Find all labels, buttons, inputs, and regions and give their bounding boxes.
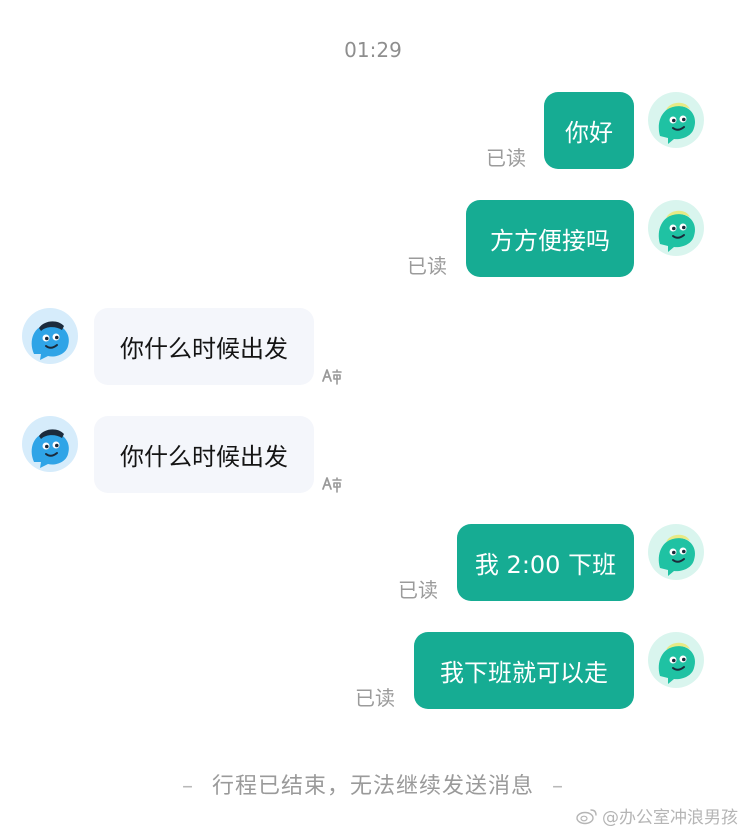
trip-ended-notice: – 行程已结束，无法继续发送消息 –	[0, 768, 746, 800]
incoming-message-bubble[interactable]: 你什么时候出发	[94, 308, 314, 385]
read-receipt: 已读	[355, 686, 395, 710]
outgoing-message-bubble[interactable]: 我下班就可以走	[414, 632, 634, 709]
outgoing-message-bubble[interactable]: 你好	[544, 92, 634, 169]
self-avatar-icon[interactable]	[648, 524, 704, 580]
self-avatar-icon[interactable]	[648, 632, 704, 688]
contact-avatar-icon[interactable]	[22, 308, 78, 364]
watermark: @办公室冲浪男孩	[576, 803, 738, 828]
trip-ended-text: 行程已结束，无法继续发送消息	[211, 774, 534, 799]
message-timestamp: 01:29	[344, 38, 402, 62]
translate-icon[interactable]	[320, 471, 344, 495]
weibo-logo-icon	[576, 808, 597, 824]
self-avatar-icon[interactable]	[648, 92, 704, 148]
read-receipt: 已读	[486, 146, 526, 170]
outgoing-message-bubble[interactable]: 我 2:00 下班	[457, 524, 634, 601]
read-receipt: 已读	[407, 254, 447, 278]
contact-avatar-icon[interactable]	[22, 416, 78, 472]
divider-dash-left: –	[181, 774, 194, 799]
translate-icon[interactable]	[320, 363, 344, 387]
divider-dash-right: –	[552, 774, 564, 799]
incoming-message-bubble[interactable]: 你什么时候出发	[94, 416, 314, 493]
read-receipt: 已读	[398, 578, 438, 602]
watermark-text: @办公室冲浪男孩	[602, 808, 738, 828]
self-avatar-icon[interactable]	[648, 200, 704, 256]
outgoing-message-bubble[interactable]: 方方便接吗	[466, 200, 634, 277]
